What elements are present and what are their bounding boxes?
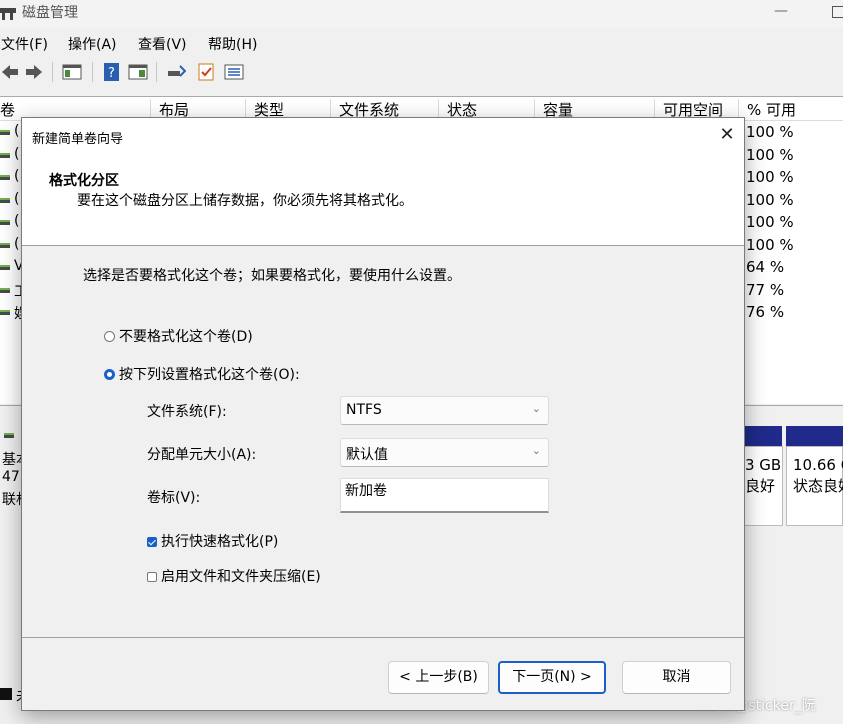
format-radio[interactable]	[104, 369, 115, 380]
volume-icon	[0, 310, 10, 315]
percent-free: 100 %	[746, 168, 794, 186]
format-label[interactable]: 按下列设置格式化这个卷(O):	[119, 364, 300, 384]
maximize-button[interactable]	[832, 6, 843, 18]
volume-name[interactable]: (	[14, 168, 19, 184]
connect-icon[interactable]	[166, 62, 186, 82]
console-tree-icon[interactable]	[62, 62, 82, 82]
volume-name[interactable]: (	[14, 146, 19, 162]
partition-size: 10.66 G	[793, 456, 843, 474]
partition-size: 3 GB	[745, 456, 782, 474]
list-icon[interactable]	[224, 62, 244, 82]
wizard-header: 格式化分区 要在这个磁盘分区上储存数据，你必须先将其格式化。	[22, 154, 744, 246]
menu-file[interactable]: 文件(F)	[1, 34, 48, 54]
properties-icon[interactable]	[128, 62, 148, 82]
footer-divider	[22, 637, 744, 638]
check-icon[interactable]	[196, 62, 216, 82]
chevron-down-icon: ⌄	[531, 402, 541, 415]
filesystem-select[interactable]: NTFS ⌄	[340, 396, 549, 425]
compression-label[interactable]: 启用文件和文件夹压缩(E)	[161, 566, 321, 586]
volume-icon	[0, 265, 10, 270]
disk-size-label: 47	[2, 469, 20, 485]
legend-unallocated-swatch	[0, 688, 12, 700]
partition-header-bar	[742, 426, 782, 446]
percent-free: 100 %	[746, 146, 794, 164]
dialog-title-bar: 新建简单卷向导 ✕	[22, 118, 744, 154]
page-title: 格式化分区	[49, 173, 119, 189]
filesystem-value: NTFS	[346, 402, 382, 418]
volume-icon	[0, 198, 10, 203]
compression-checkbox[interactable]	[147, 572, 157, 582]
menu-help[interactable]: 帮助(H)	[208, 34, 257, 54]
percent-free: 77 %	[746, 281, 785, 299]
volume-icon	[0, 288, 10, 293]
volume-label-label: 卷标(V):	[147, 490, 201, 506]
partition-block[interactable]: 10.66 G 状态良好	[786, 446, 843, 526]
volume-name[interactable]: (	[14, 123, 19, 139]
disk-icon	[4, 433, 14, 438]
help-icon[interactable]: ?	[102, 62, 122, 82]
forward-arrow-icon[interactable]	[24, 62, 44, 82]
allocation-unit-value: 默认值	[346, 447, 388, 463]
partition-status: 状态良好	[793, 477, 843, 495]
column-header-volume[interactable]: 卷	[0, 99, 15, 121]
volume-label-input[interactable]	[340, 478, 549, 513]
allocation-unit-select[interactable]: 默认值 ⌄	[340, 438, 549, 467]
volume-icon	[0, 243, 10, 248]
partition-header-bar	[786, 426, 843, 446]
percent-free: 100 %	[746, 213, 794, 231]
new-simple-volume-wizard: 新建简单卷向导 ✕ 格式化分区 要在这个磁盘分区上储存数据，你必须先将其格式化。…	[21, 117, 745, 711]
partition-status: 良好	[745, 477, 776, 495]
volume-name[interactable]: (	[14, 191, 19, 207]
menu-bar: 文件(F) 操作(A) 查看(V) 帮助(H)	[0, 30, 843, 56]
volume-icon	[0, 130, 10, 135]
svg-text:?: ?	[108, 66, 115, 81]
minimize-button[interactable]: —	[774, 3, 790, 23]
percent-free: 100 %	[746, 236, 794, 254]
cancel-button[interactable]: 取消	[622, 661, 731, 694]
menu-action[interactable]: 操作(A)	[68, 34, 117, 54]
quick-format-label[interactable]: 执行快速格式化(P)	[161, 531, 278, 551]
percent-free: 100 %	[746, 191, 794, 209]
disk-management-icon	[0, 8, 16, 20]
window-title: 磁盘管理	[22, 5, 78, 21]
volume-icon	[0, 175, 10, 180]
allocation-unit-label: 分配单元大小(A):	[147, 447, 257, 463]
back-button[interactable]: < 上一步(B)	[388, 661, 489, 694]
instruction-text: 选择是否要格式化这个卷；如果要格式化，要使用什么设置。	[83, 268, 461, 284]
filesystem-label: 文件系统(F):	[147, 404, 227, 420]
close-icon[interactable]: ✕	[716, 124, 738, 146]
percent-free: 64 %	[746, 258, 785, 276]
chevron-down-icon: ⌄	[531, 444, 541, 457]
next-button[interactable]: 下一页(N) >	[498, 661, 606, 694]
page-subtitle: 要在这个磁盘分区上储存数据，你必须先将其格式化。	[77, 193, 413, 209]
no-format-label[interactable]: 不要格式化这个卷(D)	[119, 326, 253, 346]
volume-icon	[0, 153, 10, 158]
percent-free: 100 %	[746, 123, 794, 141]
percent-free: 76 %	[746, 303, 785, 321]
partition-block[interactable]: 3 GB 良好	[742, 446, 783, 526]
dialog-title: 新建简单卷向导	[32, 132, 124, 147]
column-header-percent-free[interactable]: % 可用	[738, 99, 796, 121]
volume-name[interactable]: (	[14, 213, 19, 229]
back-arrow-icon[interactable]	[0, 62, 20, 82]
no-format-radio[interactable]	[104, 331, 115, 342]
volume-name[interactable]: (	[14, 236, 19, 252]
title-bar: 磁盘管理 —	[0, 0, 843, 28]
menu-view[interactable]: 查看(V)	[138, 34, 187, 54]
quick-format-checkbox[interactable]	[147, 537, 157, 547]
toolbar: ?	[0, 58, 843, 88]
volume-icon	[0, 220, 10, 225]
